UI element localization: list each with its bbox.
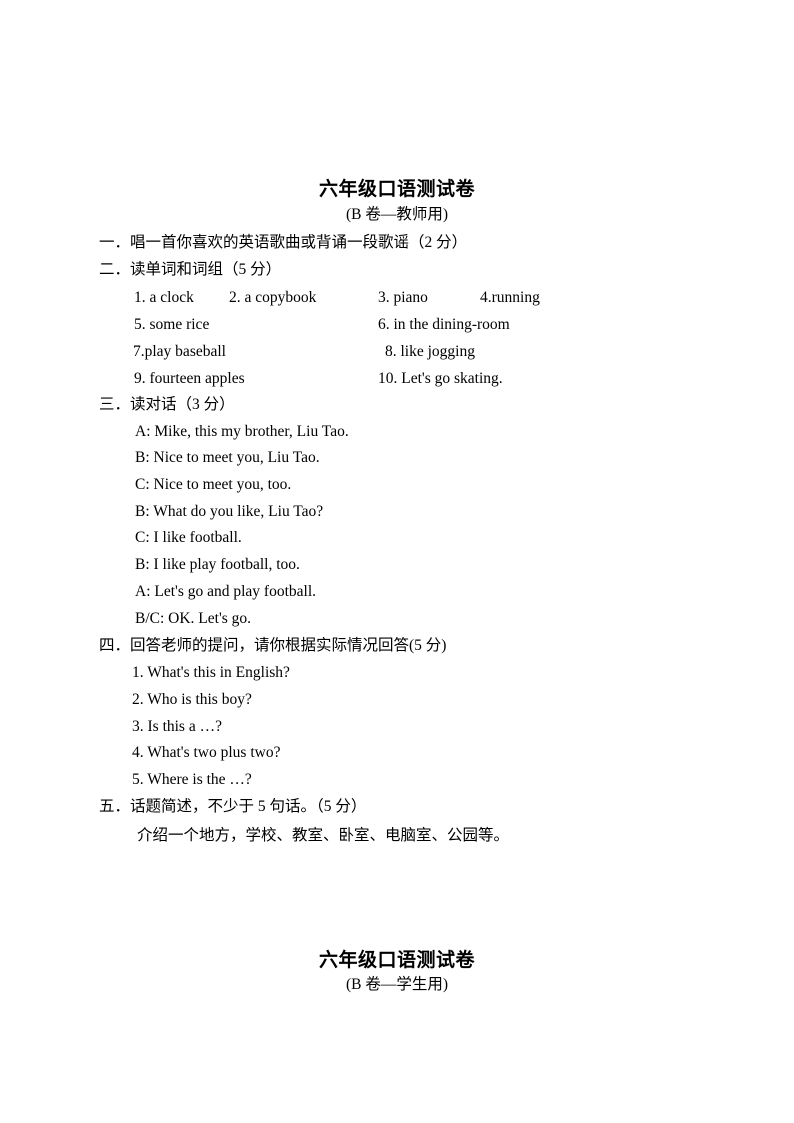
word-item-7: 7.play baseball: [133, 343, 226, 360]
section-five-text: 话题简述，不少于 5 句话。（5 分）: [130, 798, 367, 815]
section-marker-three: 三．: [99, 396, 131, 413]
question-item: 5. Where is the …?: [132, 771, 252, 788]
word-item-5: 5. some rice: [134, 316, 210, 333]
word-item-9: 9. fourteen apples: [134, 370, 245, 387]
dialogue-line: A: Mike, this my brother, Liu Tao.: [135, 423, 349, 440]
word-item-4: 4.running: [480, 289, 540, 306]
question-item: 3. Is this a …?: [132, 718, 222, 735]
section-four-text: 回答老师的提问，请你根据实际情况回答(5 分): [130, 637, 447, 654]
exam-paper-page: 六年级口语测试卷 (B 卷—教师用) 一．唱一首你喜欢的英语歌曲或背诵一段歌谣（…: [0, 0, 794, 1123]
word-item-10: 10. Let's go skating.: [378, 370, 503, 387]
word-item-6: 6. in the dining-room: [378, 316, 510, 333]
dialogue-line: C: Nice to meet you, too.: [135, 476, 292, 493]
dialogue-line: B: I like play football, too.: [135, 556, 300, 573]
question-item: 1. What's this in English?: [132, 664, 290, 681]
word-item-8: 8. like jogging: [385, 343, 475, 360]
section-heading-one: 一．唱一首你喜欢的英语歌曲或背诵一段歌谣（2 分）: [99, 232, 467, 254]
dialogue-line: B: What do you like, Liu Tao?: [135, 503, 324, 520]
section-heading-five: 五．话题简述，不少于 5 句话。（5 分）: [99, 796, 366, 818]
section-heading-three: 三．读对话（3 分）: [99, 394, 235, 416]
page-title-teacher: 六年级口语测试卷: [318, 179, 475, 200]
dialogue-line: B: Nice to meet you, Liu Tao.: [135, 449, 320, 466]
section-one-text: 唱一首你喜欢的英语歌曲或背诵一段歌谣（2 分）: [130, 234, 468, 251]
section-marker-one: 一．: [99, 234, 131, 251]
section-marker-two: 二．: [99, 261, 131, 278]
section-marker-four: 四．: [99, 637, 131, 654]
page-subtitle-teacher: (B 卷—教师用): [345, 206, 449, 223]
section-two-text: 读单词和词组（5 分）: [130, 261, 282, 278]
page-subtitle-student: (B 卷—学生用): [345, 976, 449, 993]
question-item: 2. Who is this boy?: [132, 691, 252, 708]
section-five-body: 介绍一个地方，学校、教室、卧室、电脑室、公园等。: [137, 827, 510, 844]
dialogue-line: A: Let's go and play football.: [135, 583, 317, 600]
section-marker-five: 五．: [99, 798, 131, 815]
question-item: 4. What's two plus two?: [132, 744, 281, 761]
word-item-3: 3. piano: [378, 289, 428, 306]
word-item-2: 2. a copybook: [229, 289, 317, 306]
section-heading-four: 四．回答老师的提问，请你根据实际情况回答(5 分): [99, 635, 446, 657]
section-three-text: 读对话（3 分）: [130, 396, 235, 413]
section-heading-two: 二．读单词和词组（5 分）: [99, 259, 281, 281]
page-title-student: 六年级口语测试卷: [318, 950, 475, 971]
word-item-1: 1. a clock: [134, 289, 194, 306]
dialogue-line: B/C: OK. Let's go.: [135, 610, 252, 627]
dialogue-line: C: I like football.: [135, 529, 242, 546]
